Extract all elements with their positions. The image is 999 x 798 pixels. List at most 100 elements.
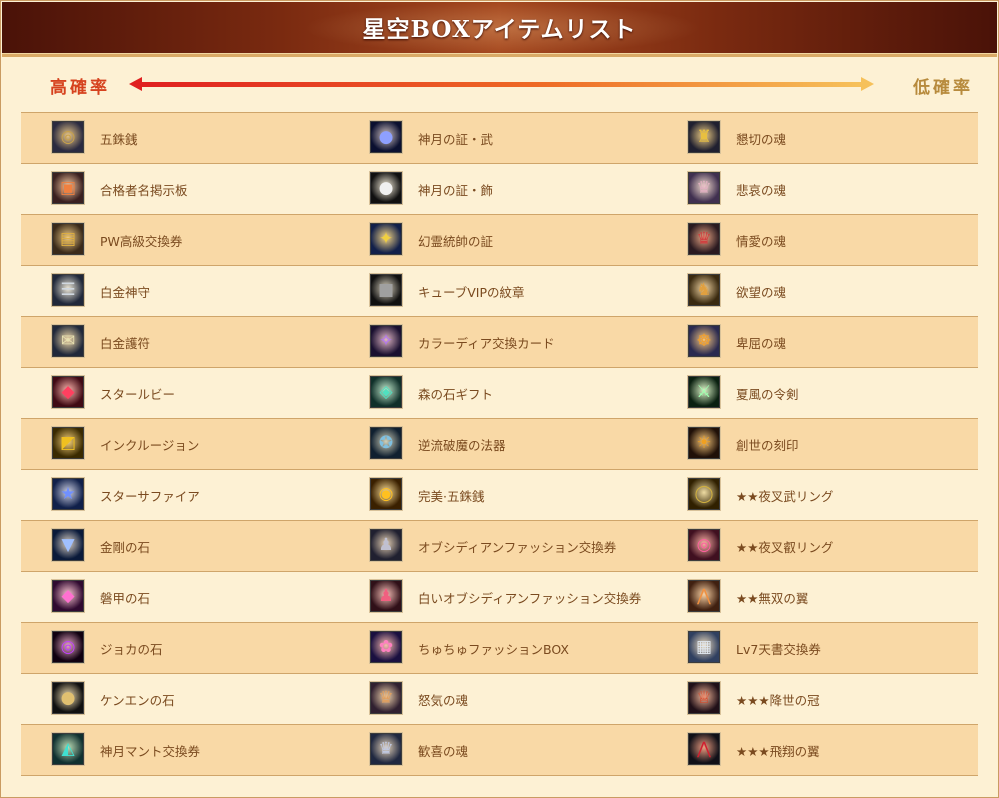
- item-name: 合格者名掲示板: [100, 183, 188, 198]
- item-list-panel: 星空BOXアイテムリスト 高確率 低確率 ◎ 五銖銭 ● 神月の証・武 ♜ 懇切の魂 ▣ 合格…: [0, 0, 999, 798]
- icon-glyph: ♞: [696, 280, 712, 300]
- icon-glyph: ♛: [378, 688, 394, 708]
- icon-glyph: ♜: [696, 127, 712, 147]
- item-name: Lv7天書交換券: [736, 642, 821, 657]
- icon-glyph: ◩: [59, 433, 77, 453]
- icon-glyph: ■: [377, 280, 395, 300]
- item-cell: ♛ 歓喜の魂: [339, 725, 658, 775]
- blue-orb-icon: ●: [370, 121, 402, 153]
- gold-coin-icon: ◉: [370, 478, 402, 510]
- item-cell: ♟ オブシディアンファッション交換券: [339, 521, 658, 571]
- item-name: 悲哀の魂: [736, 183, 787, 198]
- flying-wings-icon: ⋀: [688, 733, 720, 765]
- item-name: 神月の証・武: [418, 132, 494, 147]
- item-name: キューブVIPの紋章: [418, 285, 525, 300]
- header-banner: 星空BOXアイテムリスト: [2, 2, 997, 57]
- item-cell: ☸ 卑屈の魂: [657, 317, 976, 367]
- cube-icon: ■: [370, 274, 402, 306]
- dark-ring-icon: ◎: [52, 631, 84, 663]
- table-row: ☰ 白金神守 ■ キューブVIPの紋章 ♞ 欲望の魂: [21, 266, 978, 317]
- table-row: ◩ インクルージョン ✪ 逆流破魔の法器 ☀ 創世の刻印: [21, 419, 978, 470]
- table-row: ◎ 五銖銭 ● 神月の証・武 ♜ 懇切の魂: [21, 113, 978, 164]
- icon-glyph: ♛: [696, 229, 712, 249]
- item-cell: ★ スターサファイア: [21, 470, 340, 520]
- item-name: 情愛の魂: [736, 234, 787, 249]
- icon-glyph: ♛: [378, 739, 394, 759]
- sword-icon: ⚔: [688, 376, 720, 408]
- card-icon: ✧: [370, 325, 402, 357]
- item-name: ★★無双の翼: [736, 591, 809, 606]
- icon-glyph: ☸: [696, 331, 712, 351]
- item-name: 白金神守: [100, 285, 151, 300]
- item-cell: ◆ スタールビー: [21, 368, 340, 418]
- coin-icon: ◎: [52, 121, 84, 153]
- item-cell: ◉ 完美·五銖銭: [339, 470, 658, 520]
- paper-charm-icon: ✉: [52, 325, 84, 357]
- item-name: 森の石ギフト: [418, 387, 494, 402]
- item-name: ちゅちゅファッションBOX: [418, 642, 569, 657]
- seal-icon: ☀: [688, 427, 720, 459]
- artifact-icon: ✪: [370, 427, 402, 459]
- item-name: 白金護符: [100, 336, 151, 351]
- item-cell: ▤ PW高級交換券: [21, 215, 340, 265]
- item-cell: ✦ 幻霊統帥の証: [339, 215, 658, 265]
- item-table: ◎ 五銖銭 ● 神月の証・武 ♜ 懇切の魂 ▣ 合格者名掲示板 ● 神月の証・飾 ♛ 悲哀の魂 ▤ PW高…: [21, 112, 978, 776]
- table-row: ◭ 神月マント交換券 ♛ 歓喜の魂 ⋀ ★★★飛翔の翼: [21, 725, 978, 776]
- icon-glyph: ⋀: [697, 586, 711, 606]
- pink-ring-icon: ◎: [688, 529, 720, 561]
- icon-glyph: ⚔: [696, 382, 712, 402]
- item-cell: ♜ 懇切の魂: [657, 113, 976, 163]
- gold-statue-icon: ♞: [688, 274, 720, 306]
- item-cell: ♛ 怒気の魂: [339, 674, 658, 724]
- ruby-icon: ◆: [52, 376, 84, 408]
- item-name: 幻霊統帥の証: [418, 234, 494, 249]
- diamond-icon: ▼: [52, 529, 84, 561]
- scroll-icon: ☰: [52, 274, 84, 306]
- item-cell: ✿ ちゅちゅファッションBOX: [339, 623, 658, 673]
- item-name: ★★夜叉武リング: [736, 489, 834, 504]
- golden-figure-icon: ♜: [688, 121, 720, 153]
- icon-glyph: ◆: [61, 586, 75, 606]
- icon-glyph: ✿: [378, 637, 394, 657]
- low-probability-label: 低確率: [913, 78, 973, 98]
- icon-glyph: ▤: [59, 229, 77, 249]
- white-outfit-icon: ♟: [370, 580, 402, 612]
- icon-glyph: ◆: [61, 382, 75, 402]
- table-row: ▼ 金剛の石 ♟ オブシディアンファッション交換券 ◎ ★★夜叉叡リング: [21, 521, 978, 572]
- item-name: カラーディア交換カード: [418, 336, 555, 351]
- probability-gradient-bar: [141, 82, 861, 87]
- icon-glyph: ◈: [379, 382, 393, 402]
- page-title: 星空BOXアイテムリスト: [362, 16, 637, 43]
- item-cell: ◆ 磐甲の石: [21, 572, 340, 622]
- item-cell: ◯ ★★夜叉武リング: [657, 470, 976, 520]
- item-name: 懇切の魂: [736, 132, 787, 147]
- ring-icon: ◯: [688, 478, 720, 510]
- icon-glyph: ◭: [61, 739, 75, 759]
- table-row: ◆ 磐甲の石 ♟ 白いオブシディアンファッション交換券 ⋀ ★★無双の翼: [21, 572, 978, 623]
- item-cell: ▣ 合格者名掲示板: [21, 164, 340, 214]
- item-cell: ⋀ ★★★飛翔の翼: [657, 725, 976, 775]
- item-name: スタールビー: [100, 387, 176, 402]
- item-cell: ♕ ★★★降世の冠: [657, 674, 976, 724]
- high-probability-label: 高確率: [50, 78, 110, 98]
- item-cell: ⚔ 夏風の令剣: [657, 368, 976, 418]
- item-cell: ♛ 悲哀の魂: [657, 164, 976, 214]
- item-name: ★★★降世の冠: [736, 693, 820, 708]
- crown-icon: ♕: [688, 682, 720, 714]
- item-cell: ⋀ ★★無双の翼: [657, 572, 976, 622]
- item-cell: ■ キューブVIPの紋章: [339, 266, 658, 316]
- icon-glyph: ♟: [378, 535, 394, 555]
- probability-scale: 高確率 低確率: [21, 65, 979, 105]
- item-cell: ☰ 白金神守: [21, 266, 340, 316]
- item-name: 完美·五銖銭: [418, 489, 485, 504]
- doll-figure-icon: ♛: [688, 172, 720, 204]
- pearl-icon: ●: [52, 682, 84, 714]
- item-cell: ☀ 創世の刻印: [657, 419, 976, 469]
- icon-glyph: ◎: [60, 127, 76, 147]
- arrow-right-icon: [861, 77, 874, 91]
- cape-icon: ◭: [52, 733, 84, 765]
- icon-glyph: ✦: [378, 229, 394, 249]
- item-cell: ● 神月の証・飾: [339, 164, 658, 214]
- item-name: ケンエンの石: [100, 693, 175, 708]
- item-name: 欲望の魂: [736, 285, 787, 300]
